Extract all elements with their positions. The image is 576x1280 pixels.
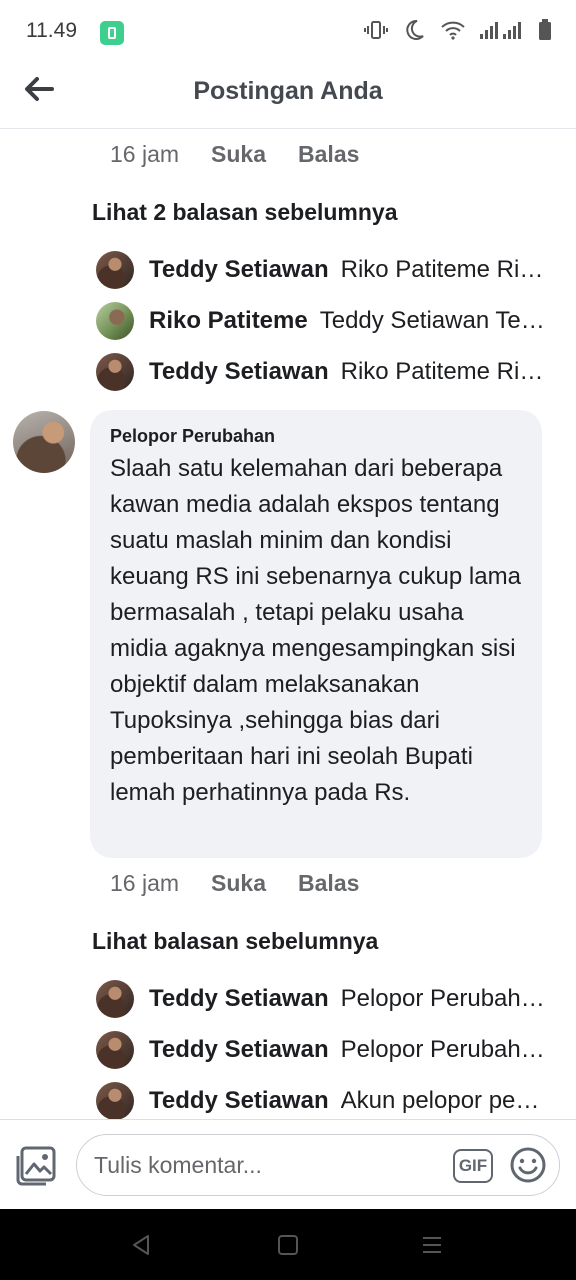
reply-item[interactable]: Teddy Setiawan Akun pelopor perubahan in… bbox=[96, 1081, 546, 1119]
app-notification-icon bbox=[100, 21, 124, 45]
status-icons bbox=[364, 18, 552, 42]
comment-input-placeholder: Tulis komentar... bbox=[94, 1152, 262, 1178]
reply-item[interactable]: Teddy Setiawan Riko Patiteme Riko Patite… bbox=[96, 352, 546, 392]
like-link[interactable]: Suka bbox=[211, 141, 266, 173]
comment-composer: Tulis komentar... GIF bbox=[0, 1119, 576, 1210]
signal-icon bbox=[480, 22, 521, 39]
comment-meta-top: 16 jam Suka Balas bbox=[110, 141, 359, 173]
avatar bbox=[96, 302, 134, 340]
nav-back-icon[interactable] bbox=[130, 1233, 152, 1257]
wifi-icon bbox=[441, 21, 465, 40]
reply-link[interactable]: Balas bbox=[298, 141, 359, 173]
comment-time: 16 jam bbox=[110, 141, 180, 167]
comment-author[interactable]: Pelopor Perubahan bbox=[110, 426, 522, 447]
reply-snippet: Teddy Setiawan Teddy Setiawan bbox=[319, 307, 546, 334]
moon-icon bbox=[406, 19, 424, 40]
system-navigation-bar bbox=[0, 1209, 576, 1280]
avatar bbox=[96, 353, 134, 391]
view-previous-replies-link[interactable]: Lihat 2 balasan sebelumnya bbox=[92, 199, 398, 226]
comment-time: 16 jam bbox=[110, 870, 180, 896]
app-header: Postingan Anda bbox=[0, 64, 576, 129]
comment-meta: 16 jam Suka Balas bbox=[110, 870, 359, 902]
view-previous-replies-link[interactable]: Lihat balasan sebelumnya bbox=[92, 928, 378, 955]
reply-snippet: Riko Patiteme Riko Patiteme bbox=[340, 256, 546, 283]
avatar bbox=[96, 251, 134, 289]
comment-thread: 16 jam Suka Balas Lihat 2 balasan sebelu… bbox=[0, 129, 576, 1119]
commenter-avatar[interactable] bbox=[13, 411, 75, 473]
reply-snippet: Riko Patiteme Riko Patiteme bbox=[340, 358, 546, 385]
page-title: Postingan Anda bbox=[193, 77, 383, 105]
reply-item[interactable]: Teddy Setiawan Pelopor Perubahan Pelopor bbox=[96, 979, 546, 1019]
avatar bbox=[96, 1082, 134, 1119]
comment-input[interactable]: Tulis komentar... GIF bbox=[76, 1134, 560, 1196]
status-time: 11.49 bbox=[26, 19, 77, 42]
reply-item[interactable]: Riko Patiteme Teddy Setiawan Teddy Setia… bbox=[96, 301, 546, 341]
avatar bbox=[96, 980, 134, 1018]
like-link[interactable]: Suka bbox=[211, 870, 266, 902]
avatar bbox=[96, 1031, 134, 1069]
reply-snippet: Akun pelopor perubahan ini bbox=[340, 1087, 546, 1114]
gif-button[interactable]: GIF bbox=[453, 1149, 493, 1183]
reply-snippet: Pelopor Perubahan Pelopor bbox=[340, 1036, 546, 1063]
reply-author: Riko Patiteme bbox=[149, 307, 308, 334]
smiley-icon[interactable] bbox=[509, 1146, 547, 1184]
comment-text: Slaah satu kelemahan dari beberapa kawan… bbox=[110, 455, 521, 806]
reply-author: Teddy Setiawan bbox=[149, 358, 329, 385]
reply-item[interactable]: Teddy Setiawan Pelopor Perubahan Pelopor bbox=[96, 1030, 546, 1070]
comment-bubble[interactable]: Pelopor Perubahan Slaah satu kelemahan d… bbox=[90, 410, 542, 858]
battery-icon bbox=[539, 19, 551, 40]
reply-author: Teddy Setiawan bbox=[149, 256, 329, 283]
reply-item[interactable]: Teddy Setiawan Riko Patiteme Riko Patite… bbox=[96, 250, 546, 290]
status-bar: 11.49 bbox=[0, 0, 576, 64]
nav-home-icon[interactable] bbox=[278, 1235, 298, 1255]
reply-author: Teddy Setiawan bbox=[149, 985, 329, 1012]
reply-link[interactable]: Balas bbox=[298, 870, 359, 902]
photo-icon[interactable] bbox=[16, 1146, 58, 1186]
reply-snippet: Pelopor Perubahan Pelopor bbox=[340, 985, 546, 1012]
vibrate-icon bbox=[364, 21, 388, 39]
reply-author: Teddy Setiawan bbox=[149, 1087, 329, 1114]
reply-author: Teddy Setiawan bbox=[149, 1036, 329, 1063]
nav-menu-icon[interactable] bbox=[422, 1235, 442, 1255]
